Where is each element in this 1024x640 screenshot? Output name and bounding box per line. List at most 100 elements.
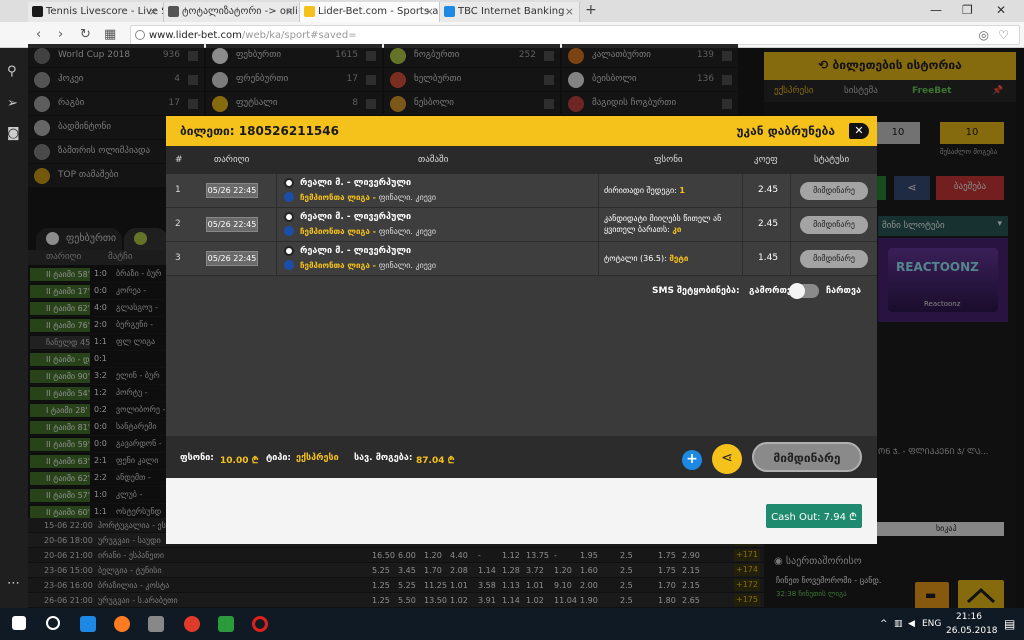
back-icon[interactable]: ‹: [36, 27, 41, 42]
excel-icon[interactable]: [218, 616, 234, 632]
network-icon[interactable]: ▥: [894, 619, 903, 629]
league-name: ჩემპიონთა ლიგა -: [300, 227, 379, 236]
file-explorer-icon[interactable]: [148, 616, 164, 632]
tab-tbc-banking[interactable]: TBC Internet Banking ×: [440, 2, 580, 22]
clock-time: 21:16: [956, 612, 982, 622]
cortana-icon[interactable]: [46, 616, 60, 630]
ticket-actions: Cash Out: 7.94 ₾: [166, 478, 877, 544]
bet-odds: 1.45: [758, 253, 779, 263]
bet-selection: ტოტალი (36.5): მეტი: [604, 253, 744, 264]
event-date: 05/26 22:45: [206, 183, 258, 198]
minimize-icon[interactable]: —: [930, 3, 942, 17]
football-icon: [284, 246, 294, 256]
send-icon[interactable]: ➢: [7, 96, 21, 111]
firefox-icon[interactable]: [114, 616, 130, 632]
column-divider: [276, 208, 277, 242]
champions-league-icon: [284, 192, 294, 202]
ticket-id: 180526211546: [238, 124, 339, 138]
chrome-icon[interactable]: [184, 616, 200, 632]
dots-icon[interactable]: ⋯: [7, 576, 21, 591]
column-divider: [276, 174, 277, 208]
stake-value: 10.00 ₾: [220, 456, 259, 466]
status-badge: მიმდინარე: [800, 182, 868, 200]
possible-win: 87.04 ₾: [416, 456, 455, 466]
forward-icon[interactable]: ›: [58, 27, 63, 42]
bet-odds: 2.45: [758, 185, 779, 195]
sms-toggle[interactable]: [789, 283, 819, 299]
status-badge: მიმდინარე: [800, 250, 868, 268]
heart-icon[interactable]: ♡: [998, 28, 1009, 42]
ticket-row: 2 05/26 22:45 რეალი მ. - ლივერპული ჩემპიონთ…: [166, 208, 877, 242]
opera-icon[interactable]: [252, 616, 268, 632]
camera-snap-icon[interactable]: ◎: [979, 28, 989, 42]
close-icon[interactable]: ×: [565, 5, 574, 18]
share-icon[interactable]: ⋖: [712, 444, 742, 474]
tab-tennis-livescore[interactable]: Tennis Livescore - Live Sco ×: [28, 2, 164, 22]
tennis-icon: [32, 6, 43, 17]
windows-start-icon[interactable]: [12, 616, 26, 630]
football-icon: [284, 178, 294, 188]
column-divider: [790, 208, 791, 242]
bet-outcome: მეტი: [669, 254, 689, 263]
league-stage: ფინალი. კიევი: [378, 193, 437, 202]
close-icon[interactable]: ✕: [849, 123, 869, 139]
tray-arrow-icon[interactable]: ^: [880, 619, 888, 629]
restore-icon[interactable]: ❐: [962, 3, 973, 17]
camera-icon[interactable]: ◙: [7, 126, 21, 141]
column-divider: [598, 242, 599, 276]
globe-icon: [135, 30, 145, 40]
new-tab-icon[interactable]: +: [585, 2, 597, 18]
event-date: 05/26 22:45: [206, 217, 258, 232]
match-name[interactable]: რეალი მ. - ლივერპული: [300, 212, 411, 222]
ticket-header: ბილეთი: 180526211546 უკან დაბრუნება ✕: [166, 116, 877, 146]
notifications-icon[interactable]: ▤: [1004, 617, 1015, 631]
row-number: 3: [175, 253, 181, 263]
ticket-type: ექსპრესი: [296, 453, 339, 463]
column-divider: [276, 242, 277, 276]
url-input[interactable]: www.lider-bet.com/web/ka/sport#saved= ◎ …: [130, 25, 1020, 45]
row-number: 1: [175, 185, 181, 195]
bet-market: კანდიდატი მიიღებს წითელ ან ყვითელ ბარათს…: [604, 214, 722, 234]
ticket-summary: ფსონი: 10.00 ₾ ტიპი: ექსპრესი სავ. მოგებ…: [166, 436, 877, 478]
close-window-icon[interactable]: ✕: [996, 3, 1006, 17]
league-info: ჩემპიონთა ლიგა - ფინალი. კიევი: [300, 261, 436, 270]
bet-selection: ძირითადი შედეგი: 1: [604, 185, 744, 196]
search-icon[interactable]: ⚲: [7, 64, 21, 79]
tbc-icon: [444, 6, 455, 17]
reload-icon[interactable]: ↻: [80, 27, 91, 42]
match-name[interactable]: რეალი მ. - ლივერპული: [300, 178, 411, 188]
edge-icon[interactable]: [80, 616, 96, 632]
sms-on-label: ჩართვა: [826, 286, 862, 296]
speed-dial-icon[interactable]: ▦: [104, 27, 116, 42]
liderbet-icon: [304, 6, 315, 17]
browser-tab-bar: Tennis Livescore - Live Sco × ტოტალიზატო…: [0, 0, 1024, 22]
sms-label: SMS შეტყობინება: გამორთვა: [652, 286, 797, 296]
champions-league-icon: [284, 260, 294, 270]
close-icon[interactable]: ×: [149, 5, 158, 18]
add-icon[interactable]: +: [682, 450, 702, 470]
back-button[interactable]: უკან დაბრუნება: [736, 124, 835, 138]
tab-liderbet[interactable]: Lider-Bet.com - Sports and ×: [300, 2, 440, 22]
opera-sidebar: ⚲ ➢ ◙ ⋯: [0, 0, 28, 608]
league-name: ჩემპიონთა ლიგა -: [300, 193, 379, 202]
running-status-button[interactable]: მიმდინარე: [752, 442, 862, 472]
bet-selection: კანდიდატი მიიღებს წითელ ან ყვითელ ბარათს…: [604, 213, 744, 235]
windows-taskbar: ^ ▥ ◀ ENG 21:16 26.05.2018 ▤: [0, 608, 1024, 640]
bet-outcome: კი: [672, 225, 682, 234]
row-number: 2: [175, 219, 181, 229]
cash-out-button[interactable]: Cash Out: 7.94 ₾: [766, 504, 862, 528]
language-indicator[interactable]: ENG: [922, 619, 941, 629]
league-name: ჩემპიონთა ლიგა -: [300, 261, 379, 270]
ticket-title: ბილეთი: 180526211546: [180, 124, 339, 138]
ticket-modal: ბილეთი: 180526211546 უკან დაბრუნება ✕ # …: [166, 116, 877, 544]
league-info: ჩემპიონთა ლიგა - ფინალი. კიევი: [300, 193, 436, 202]
column-divider: [598, 174, 599, 208]
volume-icon[interactable]: ◀: [908, 619, 915, 629]
close-icon[interactable]: ×: [425, 5, 434, 18]
league-stage: ფინალი. კიევი: [378, 227, 437, 236]
match-name[interactable]: რეალი მ. - ლივერპული: [300, 246, 411, 256]
tab-totalizator[interactable]: ტოტალიზატორი -> onli ×: [164, 2, 300, 22]
close-icon[interactable]: ×: [285, 5, 294, 18]
bet-market: ძირითადი შედეგი:: [604, 186, 680, 195]
column-divider: [790, 242, 791, 276]
